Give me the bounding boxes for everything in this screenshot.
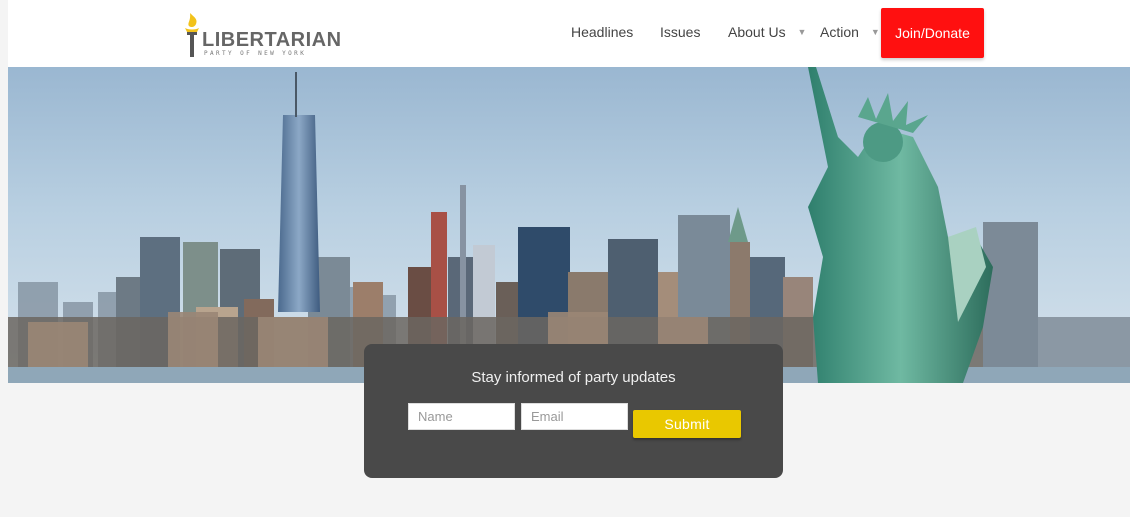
hero-skyline-image xyxy=(8,67,1130,383)
signup-title: Stay informed of party updates xyxy=(471,369,676,386)
site-header: LIBERTARIAN PARTY OF NEW YORK Headlines … xyxy=(8,0,1130,67)
newsletter-signup-panel: Stay informed of party updates Submit xyxy=(364,344,783,478)
torch-logo-icon xyxy=(185,13,199,57)
chevron-down-icon: ▼ xyxy=(797,27,807,37)
page: LIBERTARIAN PARTY OF NEW YORK Headlines … xyxy=(8,0,1130,517)
nav-item-action[interactable]: Action ▼ xyxy=(820,24,880,40)
nav-item-label: Headlines xyxy=(571,24,634,40)
nav-item-about-us[interactable]: About Us ▼ xyxy=(728,24,806,40)
nav-item-label: Issues xyxy=(660,24,701,40)
chevron-down-icon: ▼ xyxy=(870,27,880,37)
name-input[interactable] xyxy=(408,403,515,430)
nav-item-issues[interactable]: Issues xyxy=(660,24,700,40)
nav-item-label: Action xyxy=(820,24,859,40)
join-donate-button[interactable]: Join/Donate xyxy=(881,8,984,58)
submit-button[interactable]: Submit xyxy=(633,410,741,438)
logo-tagline: PARTY OF NEW YORK xyxy=(204,50,307,57)
logo-wordmark: LIBERTARIAN xyxy=(202,29,342,51)
email-input[interactable] xyxy=(521,403,628,430)
hero-banner xyxy=(8,67,1130,383)
nav-item-headlines[interactable]: Headlines xyxy=(571,24,633,40)
nav-item-label: About Us xyxy=(728,24,786,40)
site-logo[interactable]: LIBERTARIAN PARTY OF NEW YORK xyxy=(180,12,341,58)
